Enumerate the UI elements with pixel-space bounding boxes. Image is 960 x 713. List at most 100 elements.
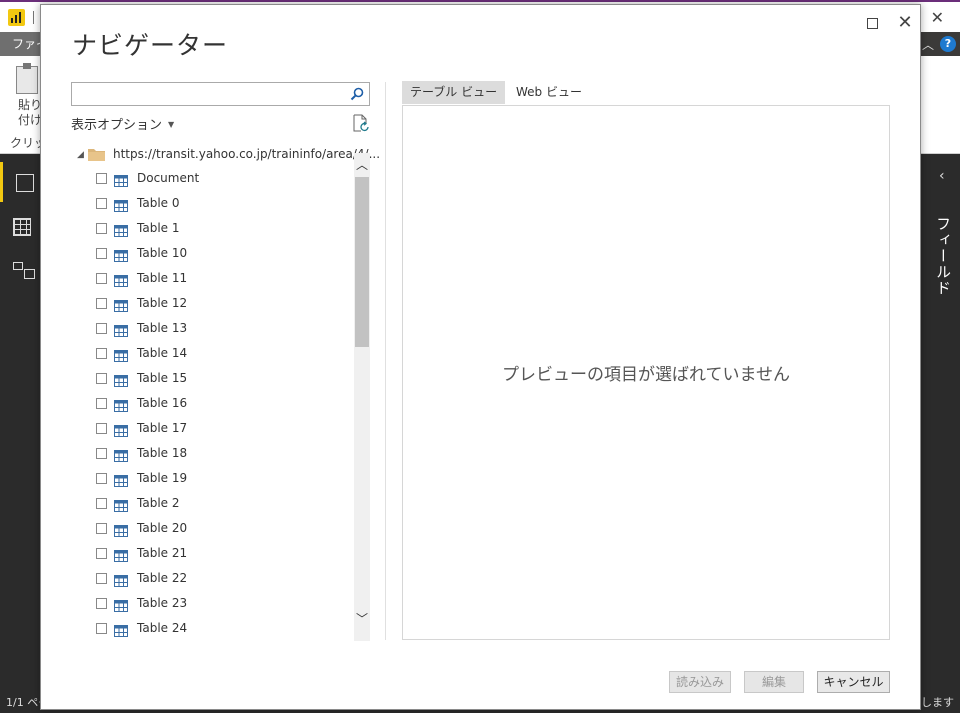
table-icon <box>114 272 128 287</box>
paste-label: 貼り付け <box>18 98 42 127</box>
tree-item-label: Table 12 <box>137 296 188 310</box>
tree-item-checkbox[interactable] <box>96 323 107 334</box>
tab-table-view[interactable]: テーブル ビュー <box>402 81 506 104</box>
status-right-text: します) <box>918 696 954 709</box>
tree-item[interactable]: Table 16 <box>96 394 346 419</box>
display-options-dropdown[interactable]: 表示オプション ▼ <box>71 114 174 133</box>
tree-item[interactable]: Table 17 <box>96 419 346 444</box>
tree-item-checkbox[interactable] <box>96 198 107 209</box>
table-icon <box>114 572 128 587</box>
scroll-down-icon[interactable]: ﹀ <box>354 611 370 627</box>
table-icon <box>114 322 128 337</box>
panel-divider <box>385 82 386 640</box>
tree-item[interactable]: Table 13 <box>96 319 346 344</box>
tree-item-label: Table 0 <box>137 196 180 210</box>
tree-item[interactable]: Table 15 <box>96 369 346 394</box>
tree-item-checkbox[interactable] <box>96 598 107 609</box>
tree-scrollbar[interactable]: ︿ ﹀ <box>354 153 370 641</box>
display-options-label: 表示オプション <box>71 118 163 133</box>
tree-item[interactable]: Table 2 <box>96 494 346 519</box>
table-icon <box>114 297 128 312</box>
tree-item[interactable]: Table 12 <box>96 294 346 319</box>
tree-item-checkbox[interactable] <box>96 623 107 634</box>
scroll-up-icon[interactable]: ︿ <box>354 157 370 173</box>
tree-item[interactable]: Table 23 <box>96 594 346 619</box>
tree-item-checkbox[interactable] <box>96 348 107 359</box>
tree-item[interactable]: Table 22 <box>96 569 346 594</box>
tree-item-checkbox[interactable] <box>96 548 107 559</box>
table-icon <box>114 597 128 612</box>
tree-item-checkbox[interactable] <box>96 173 107 184</box>
edit-button[interactable]: 編集 <box>744 671 804 693</box>
tree-item[interactable]: Table 24 <box>96 619 346 641</box>
refresh-icon[interactable] <box>353 114 369 132</box>
tree-item[interactable]: Table 18 <box>96 444 346 469</box>
navigator-dialog: ナビゲーター ✕ 表示オプション ▼ ◢ https://transit.yaho… <box>40 4 921 710</box>
app-close-icon[interactable]: ✕ <box>931 8 944 27</box>
table-icon <box>114 497 128 512</box>
tree-item-checkbox[interactable] <box>96 248 107 259</box>
expander-icon[interactable]: ◢ <box>77 150 84 160</box>
tree-item-checkbox[interactable] <box>96 273 107 284</box>
scroll-thumb[interactable] <box>355 177 369 347</box>
tree-item-label: Table 16 <box>137 396 188 410</box>
collapse-ribbon-icon[interactable]: ︿ <box>922 36 934 53</box>
tree-root-node[interactable]: ◢ https://transit.yahoo.co.jp/traininfo/… <box>77 145 380 167</box>
tree-item[interactable]: Table 11 <box>96 269 346 294</box>
tree-item[interactable]: Table 1 <box>96 219 346 244</box>
load-button[interactable]: 読み込み <box>669 671 731 693</box>
tree-item[interactable]: Table 14 <box>96 344 346 369</box>
tree-list: Document Table 0 Table 1 Table 10 Table 11 Ta… <box>96 169 346 641</box>
tree-item-label: Table 10 <box>137 246 188 260</box>
table-icon <box>114 172 128 187</box>
close-icon[interactable]: ✕ <box>893 11 917 35</box>
model-view-icon <box>13 262 35 279</box>
preview-empty-message: プレビューの項目が選ばれていません <box>502 365 790 385</box>
tree-item-checkbox[interactable] <box>96 573 107 584</box>
table-icon <box>114 547 128 562</box>
table-icon <box>114 222 128 237</box>
tree-item-checkbox[interactable] <box>96 398 107 409</box>
tab-web-view[interactable]: Web ビュー <box>516 81 582 104</box>
powerbi-logo-icon <box>8 9 25 26</box>
fields-pane-label[interactable]: フィールド <box>933 216 954 296</box>
tree-item-checkbox[interactable] <box>96 523 107 534</box>
tree-item-checkbox[interactable] <box>96 473 107 484</box>
table-icon <box>114 397 128 412</box>
data-view-button[interactable] <box>0 206 40 246</box>
title-separator <box>33 11 34 24</box>
tree-item-checkbox[interactable] <box>96 298 107 309</box>
maximize-icon[interactable] <box>867 18 878 29</box>
caret-down-icon: ▼ <box>168 120 175 129</box>
folder-icon <box>88 149 105 161</box>
cancel-button[interactable]: キャンセル <box>817 671 890 693</box>
help-icon[interactable]: ? <box>940 36 956 52</box>
paste-icon[interactable] <box>16 63 38 94</box>
tree-item-label: Table 15 <box>137 371 188 385</box>
tree-item[interactable]: Document <box>96 169 346 194</box>
tree-item-checkbox[interactable] <box>96 423 107 434</box>
tree-item-checkbox[interactable] <box>96 498 107 509</box>
tree-item[interactable]: Table 21 <box>96 544 346 569</box>
tree-item-label: Table 23 <box>137 596 188 610</box>
preview-pane: プレビューの項目が選ばれていません <box>402 105 890 640</box>
tree-item-label: Document <box>137 171 200 185</box>
tree-item[interactable]: Table 0 <box>96 194 346 219</box>
tree-item-checkbox[interactable] <box>96 373 107 384</box>
tree-item[interactable]: Table 19 <box>96 469 346 494</box>
model-view-button[interactable] <box>0 246 40 286</box>
tree-item[interactable]: Table 10 <box>96 244 346 269</box>
table-icon <box>114 247 128 262</box>
tree-item-label: Table 20 <box>137 521 188 535</box>
file-tab[interactable]: ファイル <box>0 32 44 56</box>
search-icon[interactable] <box>350 87 364 101</box>
tree-root-label: https://transit.yahoo.co.jp/traininfo/ar… <box>113 147 381 161</box>
view-switcher <box>0 154 40 690</box>
tree-item-checkbox[interactable] <box>96 448 107 459</box>
search-input[interactable] <box>72 83 346 105</box>
tree-item[interactable]: Table 20 <box>96 519 346 544</box>
report-view-button[interactable] <box>0 162 40 202</box>
tree-item-label: Table 18 <box>137 446 188 460</box>
chevron-left-icon[interactable]: ‹ <box>939 168 945 184</box>
tree-item-checkbox[interactable] <box>96 223 107 234</box>
